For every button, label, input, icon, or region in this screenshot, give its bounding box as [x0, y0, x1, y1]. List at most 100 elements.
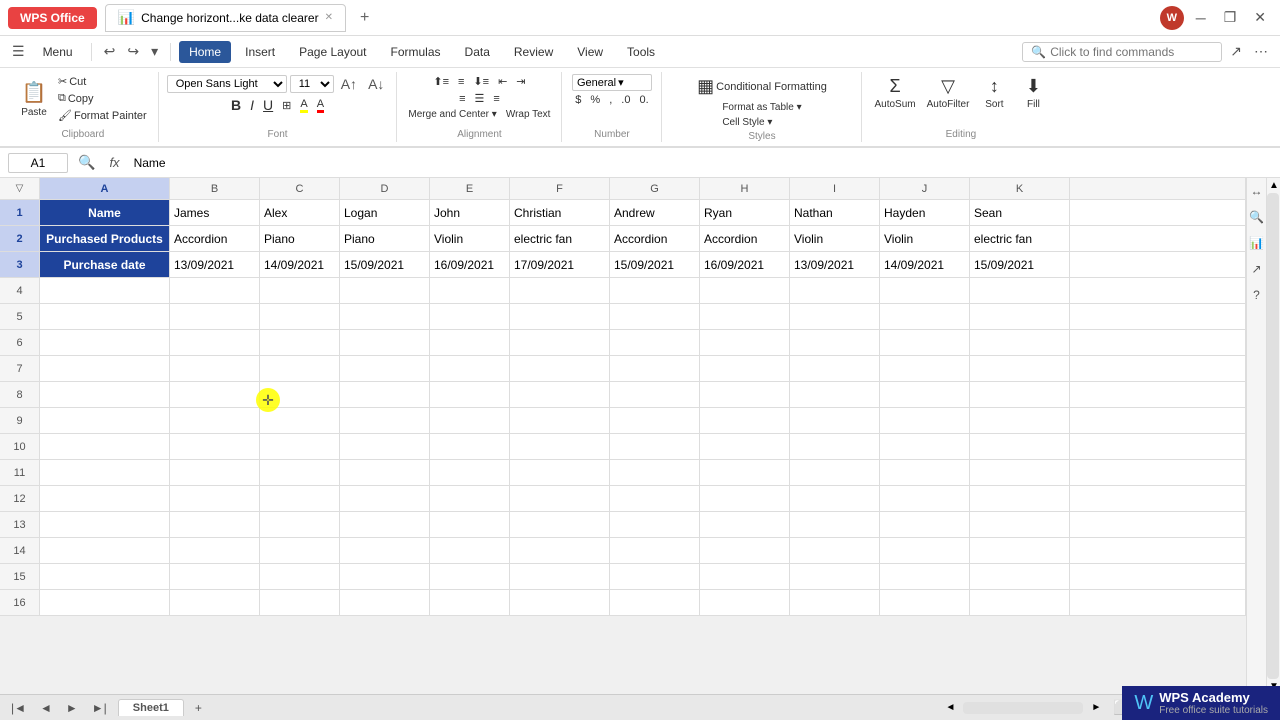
grid-cell[interactable]: electric fan	[970, 226, 1070, 252]
grid-cell[interactable]	[430, 408, 510, 434]
grid-cell[interactable]	[790, 356, 880, 382]
minimize-button[interactable]: ─	[1190, 8, 1212, 28]
menu-menu[interactable]: Menu	[33, 41, 83, 63]
grid-cell[interactable]	[260, 278, 340, 304]
close-button[interactable]: ✕	[1248, 7, 1272, 28]
grid-cell[interactable]	[510, 564, 610, 590]
search-input[interactable]	[1050, 45, 1210, 59]
grid-cell[interactable]	[880, 356, 970, 382]
row-header-11[interactable]: 11	[0, 460, 40, 486]
grid-cell[interactable]	[40, 460, 170, 486]
italic-button[interactable]: I	[247, 96, 257, 114]
select-all-icon[interactable]: ▽	[16, 183, 24, 194]
grid-cell[interactable]	[260, 330, 340, 356]
grid-cell[interactable]	[170, 408, 260, 434]
row-header-1[interactable]: 1	[0, 200, 40, 226]
menu-view[interactable]: View	[567, 41, 613, 63]
formula-search-icon[interactable]: 🔍	[74, 152, 99, 173]
grid-cell[interactable]	[170, 512, 260, 538]
grid-cell[interactable]	[430, 278, 510, 304]
grid-cell[interactable]	[430, 564, 510, 590]
grid-cell[interactable]	[430, 486, 510, 512]
grid-cell[interactable]	[700, 486, 790, 512]
redo-dropdown[interactable]: ▾	[147, 41, 162, 62]
grid-cell[interactable]	[970, 382, 1070, 408]
undo-button[interactable]: ↩	[100, 41, 120, 62]
grid-cell[interactable]	[970, 460, 1070, 486]
grid-cell[interactable]: Accordion	[610, 226, 700, 252]
grid-cell[interactable]: Piano	[340, 226, 430, 252]
grid-cell[interactable]	[790, 330, 880, 356]
grid-cell[interactable]	[790, 460, 880, 486]
row-header-12[interactable]: 12	[0, 486, 40, 512]
grid-cell[interactable]: Alex	[260, 200, 340, 226]
grid-cell[interactable]	[260, 486, 340, 512]
grid-cell[interactable]	[880, 330, 970, 356]
grid-cell[interactable]	[970, 590, 1070, 616]
formula-input[interactable]	[130, 154, 1272, 172]
grid-cell[interactable]	[510, 460, 610, 486]
cut-button[interactable]: ✂ Cut	[55, 74, 150, 89]
decrease-decimal-button[interactable]: 0.	[636, 93, 651, 107]
more-options-icon[interactable]: ⋯	[1250, 41, 1272, 62]
scroll-left-button[interactable]: ◄	[946, 702, 956, 713]
grid-cell[interactable]	[510, 278, 610, 304]
side-panel-icon2[interactable]: 🔍	[1245, 208, 1268, 226]
grid-cell[interactable]	[260, 408, 340, 434]
grid-cell[interactable]	[700, 460, 790, 486]
sheet-nav-first[interactable]: |◄	[8, 701, 29, 715]
grid-cell[interactable]	[40, 564, 170, 590]
grid-cell[interactable]	[170, 382, 260, 408]
grid-cell[interactable]: electric fan	[510, 226, 610, 252]
scroll-right-button[interactable]: ►	[1091, 702, 1101, 713]
grid-cell[interactable]	[880, 512, 970, 538]
document-tab[interactable]: 📊 Change horizont...ke data clearer ✕	[105, 4, 346, 32]
grid-cell[interactable]: 15/09/2021	[340, 252, 430, 278]
grid-cell[interactable]	[40, 330, 170, 356]
grid-cell[interactable]	[510, 304, 610, 330]
grid-cell[interactable]	[340, 486, 430, 512]
grid-cell[interactable]	[170, 356, 260, 382]
grid-cell[interactable]: 16/09/2021	[430, 252, 510, 278]
menu-tools[interactable]: Tools	[617, 41, 665, 63]
col-header-J[interactable]: J	[880, 178, 970, 200]
grid-cell[interactable]	[610, 278, 700, 304]
sort-button[interactable]: ↕ Sort	[976, 74, 1012, 112]
grid-cell[interactable]: Ryan	[700, 200, 790, 226]
grid-cell[interactable]	[610, 460, 700, 486]
grid-cell[interactable]	[40, 434, 170, 460]
grid-cell[interactable]	[340, 304, 430, 330]
grid-cell[interactable]	[170, 564, 260, 590]
grid-cell[interactable]	[510, 512, 610, 538]
sheet-nav-last[interactable]: ►|	[89, 701, 110, 715]
font-increase-icon[interactable]: A↑	[337, 74, 361, 94]
grid-cell[interactable]	[610, 434, 700, 460]
grid-cell[interactable]	[430, 434, 510, 460]
autofilter-button[interactable]: ▽ AutoFilter	[923, 74, 974, 112]
grid-cell[interactable]	[260, 564, 340, 590]
row-header-5[interactable]: 5	[0, 304, 40, 330]
grid-cell[interactable]	[170, 330, 260, 356]
menu-home[interactable]: Home	[179, 41, 231, 63]
currency-button[interactable]: $	[572, 93, 584, 107]
grid-cell[interactable]	[700, 356, 790, 382]
vertical-scrollbar[interactable]: ▲ ▼	[1266, 178, 1280, 694]
grid-cell[interactable]	[880, 408, 970, 434]
grid-cell[interactable]	[170, 590, 260, 616]
align-left-button[interactable]: ≡	[456, 92, 468, 106]
grid-cell[interactable]	[430, 512, 510, 538]
row-header-7[interactable]: 7	[0, 356, 40, 382]
row-header-3[interactable]: 3	[0, 252, 40, 278]
grid-cell[interactable]	[340, 460, 430, 486]
side-panel-icon1[interactable]: ↔	[1247, 182, 1267, 200]
font-decrease-icon[interactable]: A↓	[364, 74, 388, 94]
grid-cell[interactable]	[510, 330, 610, 356]
grid-cell[interactable]	[260, 304, 340, 330]
grid-cell[interactable]: 17/09/2021	[510, 252, 610, 278]
col-header-F[interactable]: F	[510, 178, 610, 200]
grid-cell[interactable]	[40, 486, 170, 512]
redo-button[interactable]: ↪	[123, 41, 143, 62]
grid-cell[interactable]: 15/09/2021	[970, 252, 1070, 278]
row-header-4[interactable]: 4	[0, 278, 40, 304]
side-panel-icon3[interactable]: 📊	[1245, 234, 1268, 252]
